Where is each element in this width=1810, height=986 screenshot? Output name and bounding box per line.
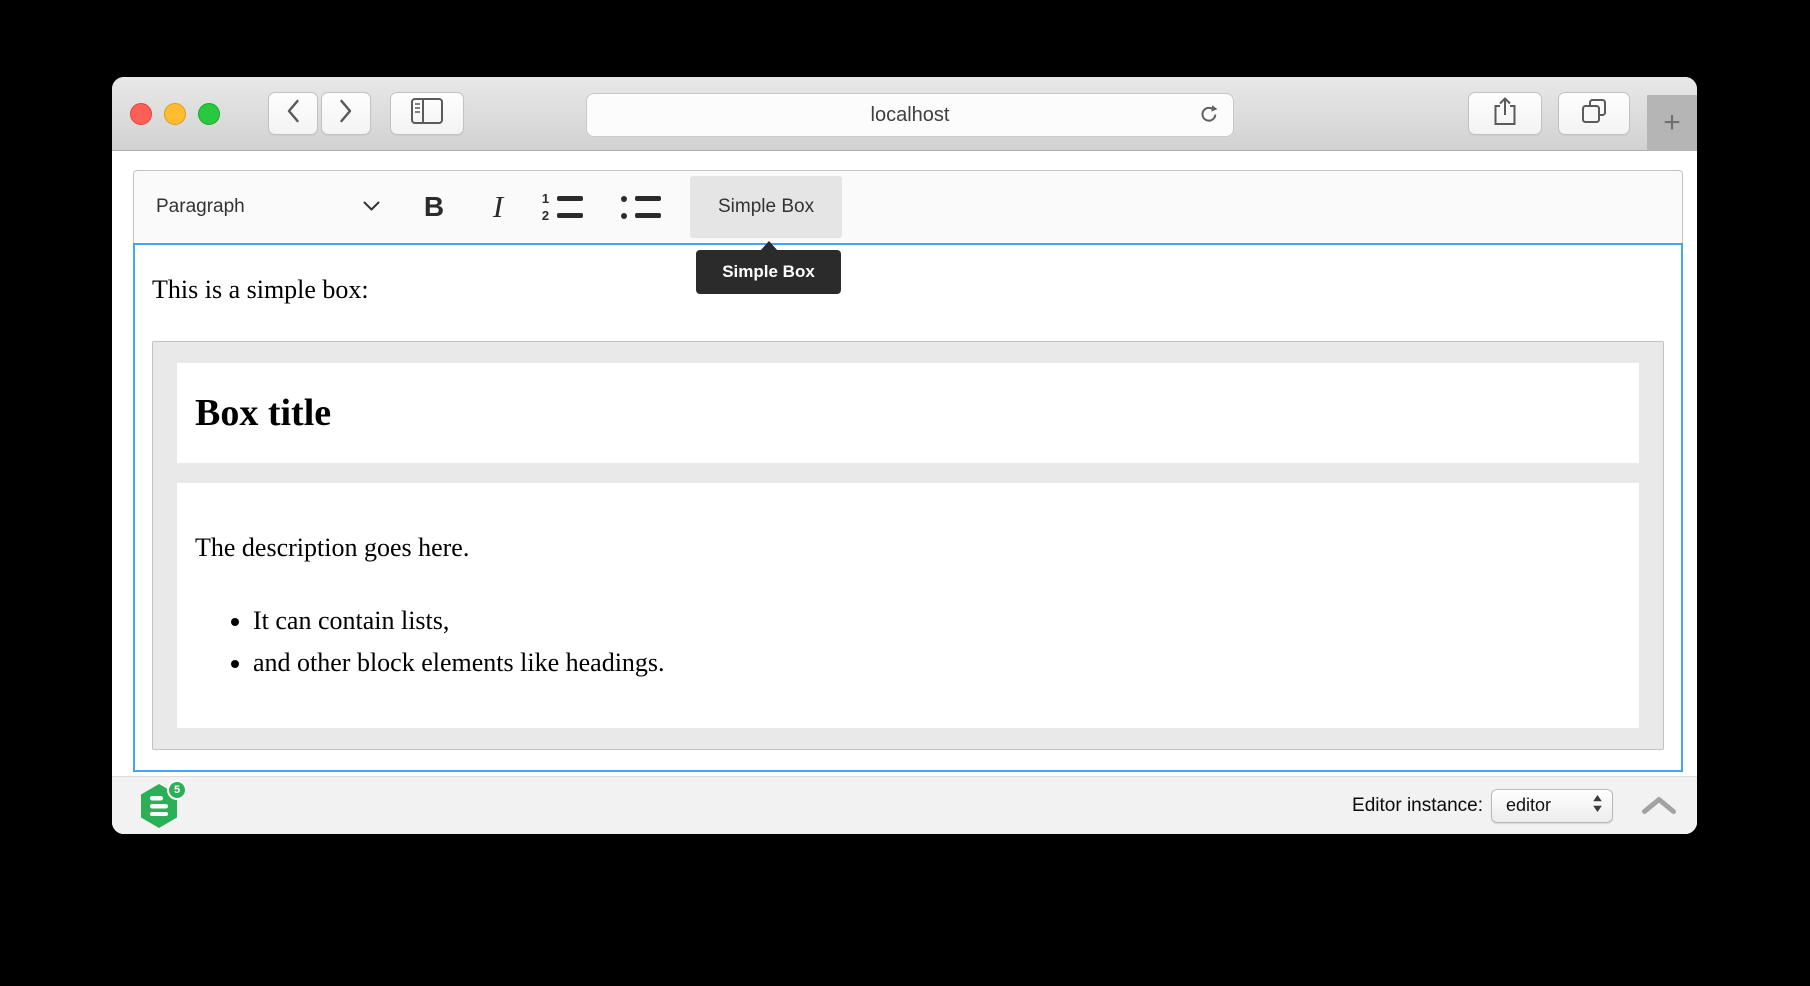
inspector-badge-count: 5 <box>174 784 180 796</box>
bold-icon: B <box>424 191 444 223</box>
ckeditor-inspector-bar: 5 Editor instance: editor <box>112 776 1697 834</box>
list-item[interactable]: It can contain lists, <box>253 603 1621 639</box>
plus-icon: + <box>1663 108 1681 138</box>
intro-paragraph[interactable]: This is a simple box: <box>135 275 1681 305</box>
browser-window: localhost <box>112 77 1697 834</box>
simple-box-tooltip: Simple Box <box>696 250 841 294</box>
reload-icon[interactable] <box>1197 103 1221 127</box>
share-button[interactable] <box>1468 92 1542 135</box>
chevron-down-icon <box>363 198 380 216</box>
page-viewport: Paragraph B I 1 2 <box>112 151 1697 834</box>
new-tab-button[interactable]: + <box>1647 95 1697 151</box>
list-item[interactable]: and other block elements like headings. <box>253 645 1621 681</box>
chevron-right-icon <box>339 99 353 128</box>
editor-editable-area[interactable]: This is a simple box: Box title The desc… <box>133 243 1683 772</box>
simple-box-button-label: Simple Box <box>718 196 814 218</box>
show-tabs-button[interactable] <box>1558 92 1630 135</box>
editor-instance-label: Editor instance: <box>1352 795 1483 817</box>
back-button[interactable] <box>268 92 318 135</box>
sidebar-toggle-button[interactable] <box>390 92 464 135</box>
editor-instance-selected-value: editor <box>1506 795 1551 816</box>
heading-dropdown-value: Paragraph <box>156 196 245 218</box>
simple-box-widget[interactable]: Box title The description goes here. It … <box>152 341 1664 750</box>
editor-instance-controls: Editor instance: editor <box>1352 789 1677 823</box>
screenshot-backdrop: { "browser": { "url_text": "localhost", … <box>0 0 1810 986</box>
inspector-collapse-button[interactable] <box>1641 796 1677 815</box>
simple-box-list[interactable]: It can contain lists, and other block el… <box>195 603 1621 681</box>
heading-dropdown[interactable]: Paragraph <box>144 176 394 238</box>
zoom-window-button[interactable] <box>198 103 220 125</box>
simple-box-title[interactable]: Box title <box>195 391 331 435</box>
chevron-left-icon <box>286 99 300 128</box>
simple-box-button[interactable]: Simple Box <box>690 176 842 238</box>
minimize-window-button[interactable] <box>164 103 186 125</box>
simple-box-description-section[interactable]: The description goes here. It can contai… <box>177 483 1639 728</box>
bulleted-list-icon <box>619 194 661 220</box>
browser-titlebar: localhost <box>112 77 1697 151</box>
chevron-up-icon <box>1641 802 1677 819</box>
up-down-arrows-icon <box>1592 794 1603 818</box>
url-text[interactable]: localhost <box>871 104 950 127</box>
tooltip-text: Simple Box <box>722 262 815 282</box>
sidebar-icon <box>411 98 443 129</box>
bulleted-list-button[interactable] <box>616 176 664 238</box>
tabs-overview-icon <box>1580 97 1608 130</box>
simple-box-description[interactable]: The description goes here. <box>195 533 1621 563</box>
forward-button[interactable] <box>321 92 371 135</box>
italic-icon: I <box>493 189 503 225</box>
ckeditor-logo[interactable]: 5 <box>138 783 186 829</box>
italic-button[interactable]: I <box>474 176 522 238</box>
window-controls <box>130 103 220 125</box>
close-window-button[interactable] <box>130 103 152 125</box>
ckeditor-hexagon-icon <box>138 816 180 833</box>
simple-box-title-section[interactable]: Box title <box>177 363 1639 463</box>
numbered-list-icon: 1 2 <box>541 194 583 220</box>
editor-instance-select[interactable]: editor <box>1491 789 1613 823</box>
address-bar[interactable]: localhost <box>586 93 1234 137</box>
editor-toolbar: Paragraph B I 1 2 <box>133 170 1683 243</box>
bold-button[interactable]: B <box>410 176 458 238</box>
numbered-list-button[interactable]: 1 2 <box>538 176 586 238</box>
share-icon <box>1492 96 1518 131</box>
inspector-badge: 5 <box>167 780 187 800</box>
